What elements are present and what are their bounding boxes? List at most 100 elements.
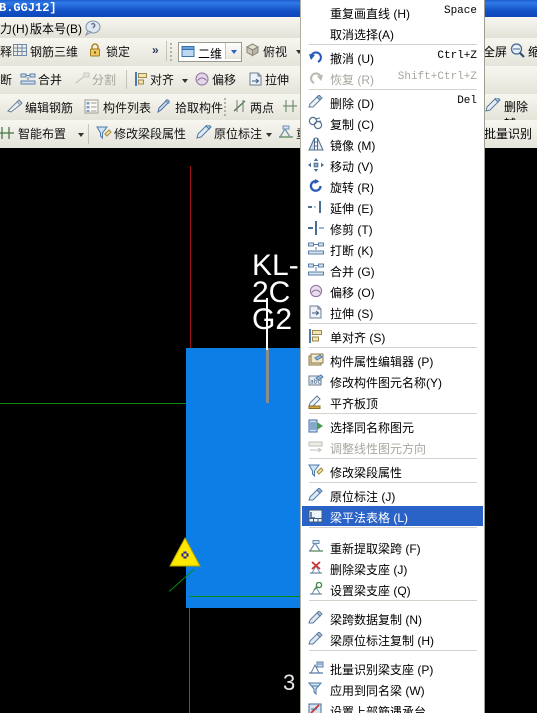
toolbar-btn-zoom[interactable]: 缩	[528, 43, 537, 60]
square-2d-icon	[181, 45, 195, 58]
menu-item-undo[interactable]: 撤消 (U) Ctrl+Z	[302, 47, 483, 67]
menu-item-offset[interactable]: 偏移 (O)	[302, 281, 483, 301]
split-icon	[74, 72, 90, 86]
toolbar-overflow-chevron[interactable]: »	[152, 43, 159, 57]
toolbar-btn-topview[interactable]: 俯视	[263, 43, 287, 60]
context-menu[interactable]: 重复画直线 (H) Space 取消选择(A) 撤消 (U) Ctrl+Z 恢复…	[300, 0, 485, 713]
toolbar-btn-pick-component[interactable]: 拾取构件	[175, 99, 223, 116]
menu-item-accelerator: Space	[443, 5, 477, 17]
toolbar-gripper[interactable]	[170, 43, 173, 63]
select-same-name-icon	[308, 419, 324, 433]
menu-item-rotate[interactable]: 旋转 (R)	[302, 176, 483, 196]
flush-slab-icon	[308, 395, 324, 409]
toolbar-gripper[interactable]	[224, 98, 227, 118]
chevron-down-icon[interactable]	[182, 79, 188, 83]
menu-item-copy-insitu-label[interactable]: 梁原位标注复制 (H)	[302, 629, 483, 649]
toolbar-right-view[interactable]: 全屏 缩	[483, 38, 537, 67]
batch-support-icon	[308, 661, 324, 675]
menu-item-modify-beam-segment[interactable]: 修改梁段属性	[302, 461, 483, 481]
menu-item-break[interactable]: 打断 (K)	[302, 239, 483, 259]
toolbar-btn-batch-recognize[interactable]: 批量识别	[484, 125, 532, 142]
menu-item-extend[interactable]: 延伸 (E)	[302, 197, 483, 217]
toolbar-btn-align[interactable]: 对齐	[150, 71, 174, 88]
help-balloon-icon[interactable]	[84, 19, 102, 36]
menu-item-copy-span-data[interactable]: 梁跨数据复制 (N)	[302, 608, 483, 628]
support-marker[interactable]	[168, 536, 202, 568]
toolbar-right-batch[interactable]: 批量识别	[483, 120, 537, 149]
adjust-direction-icon	[308, 440, 324, 454]
menu-separator	[309, 600, 477, 601]
menu-item-trim[interactable]: 修剪 (T)	[302, 218, 483, 238]
menubar-item-help[interactable]: 力(H)	[0, 20, 29, 37]
menu-item-set-top-rebar-pilecap[interactable]: 设置上部筋遇承台	[302, 700, 483, 713]
toolbar-right-aux[interactable]: 删除辅	[483, 94, 537, 121]
menu-item-reextract-span[interactable]: 重新提取梁跨 (F)	[302, 537, 483, 557]
menubar-item-version[interactable]: 版本号(B)	[30, 20, 82, 37]
toolbar-btn-component-list[interactable]: 构件列表	[103, 99, 151, 116]
lock-icon	[88, 42, 102, 58]
toolbar-btn-two-point[interactable]: 两点	[250, 99, 274, 116]
toolbar-btn-lock[interactable]: 锁定	[106, 43, 130, 60]
menu-item-rename-element[interactable]: abc 修改构件图元名称(Y)	[302, 371, 483, 391]
view-dimension-combo[interactable]: 二维	[178, 42, 242, 62]
stretch-icon	[308, 305, 324, 319]
cube-icon	[244, 41, 261, 58]
toolbar-btn-fullscreen[interactable]: 全屏	[483, 43, 507, 60]
menu-item-delete[interactable]: 删除 (D) Del	[302, 92, 483, 112]
menu-item-merge[interactable]: 合并 (G)	[302, 260, 483, 280]
delete-support-icon	[308, 561, 324, 575]
menu-item-apply-same-beam[interactable]: 应用到同名梁 (W)	[302, 679, 483, 699]
toolbar-btn-delete-aux[interactable]: 删除辅	[504, 98, 537, 120]
menu-item-beam-table[interactable]: 梁平法表格 (L)	[302, 506, 483, 526]
menu-item-label: 拉伸 (S)	[330, 307, 374, 321]
toolbar-btn-rebar3d[interactable]: 钢筋三维	[30, 43, 78, 60]
menu-item-label: 打断 (K)	[330, 244, 374, 258]
menu-separator	[309, 323, 477, 324]
menu-item-move[interactable]: 移动 (V)	[302, 155, 483, 175]
menu-item-flush-slab-top[interactable]: 平齐板顶	[302, 392, 483, 412]
menu-item-label: 偏移 (O)	[330, 286, 375, 300]
menu-item-cancel-selection[interactable]: 取消选择(A)	[302, 23, 483, 43]
toolbar-btn-stretch[interactable]: 拉伸	[265, 71, 289, 88]
menu-item-batch-recognize-support[interactable]: 批量识别梁支座 (P)	[302, 658, 483, 678]
menu-item-set-beam-support[interactable]: 设置梁支座 (Q)	[302, 579, 483, 599]
toolbar-btn-smart-layout[interactable]: 智能布置	[18, 125, 66, 142]
menu-item-stretch[interactable]: 拉伸 (S)	[302, 302, 483, 322]
chevron-down-icon[interactable]	[266, 133, 272, 137]
menu-item-accelerator: Ctrl+Z	[437, 50, 477, 62]
menu-item-select-same-name[interactable]: 选择同名称图元	[302, 416, 483, 436]
view-dimension-value: 二维	[198, 47, 223, 61]
toolbar-btn-explain[interactable]: 释	[0, 43, 12, 60]
menu-item-property-editor[interactable]: 构件属性编辑器 (P)	[302, 350, 483, 370]
toolbar-btn-insitu-label[interactable]: 原位标注	[214, 125, 262, 142]
chevron-down-icon	[231, 50, 237, 54]
toolbar-btn-offset[interactable]: 偏移	[212, 71, 236, 88]
toolbar-btn-edit-rebar[interactable]: 编辑钢筋	[25, 99, 73, 116]
merge-icon	[308, 263, 324, 277]
toolbar-btn-merge[interactable]: 合并	[38, 71, 62, 88]
menu-item-mirror[interactable]: 镜像 (M)	[302, 134, 483, 154]
delete-icon	[308, 95, 324, 109]
menu-item-delete-beam-support[interactable]: 删除梁支座 (J)	[302, 558, 483, 578]
undo-icon	[308, 50, 324, 64]
rotate-icon	[308, 179, 324, 193]
two-point-icon	[232, 98, 248, 114]
menu-item-label: 选择同名称图元	[330, 421, 415, 435]
menu-item-copy[interactable]: 复制 (C)	[302, 113, 483, 133]
beam-element-selected[interactable]	[186, 348, 300, 608]
menu-item-label: 梁平法表格 (L)	[330, 511, 409, 525]
chevron-down-icon[interactable]	[78, 133, 84, 137]
beam-label-span: G2	[252, 303, 293, 336]
reextract-span-icon	[308, 540, 324, 554]
menu-item-single-align[interactable]: 单对齐 (S)	[302, 326, 483, 346]
toolbar-btn-modify-beam-seg[interactable]: 修改梁段属性	[114, 125, 186, 142]
menu-item-label: 取消选择(A)	[330, 28, 394, 42]
menu-item-label: 延伸 (E)	[330, 202, 374, 216]
toolbar-btn-break[interactable]: 断	[0, 71, 12, 88]
menu-item-repeat-line[interactable]: 重复画直线 (H) Space	[302, 2, 483, 22]
menu-item-insitu-label[interactable]: 原位标注 (J)	[302, 485, 483, 505]
grid-line-horizontal-green	[0, 403, 190, 404]
parallel-lines-icon	[282, 98, 298, 114]
zoom-icon	[509, 42, 526, 59]
menu-item-label: 重新提取梁跨 (F)	[330, 542, 421, 556]
